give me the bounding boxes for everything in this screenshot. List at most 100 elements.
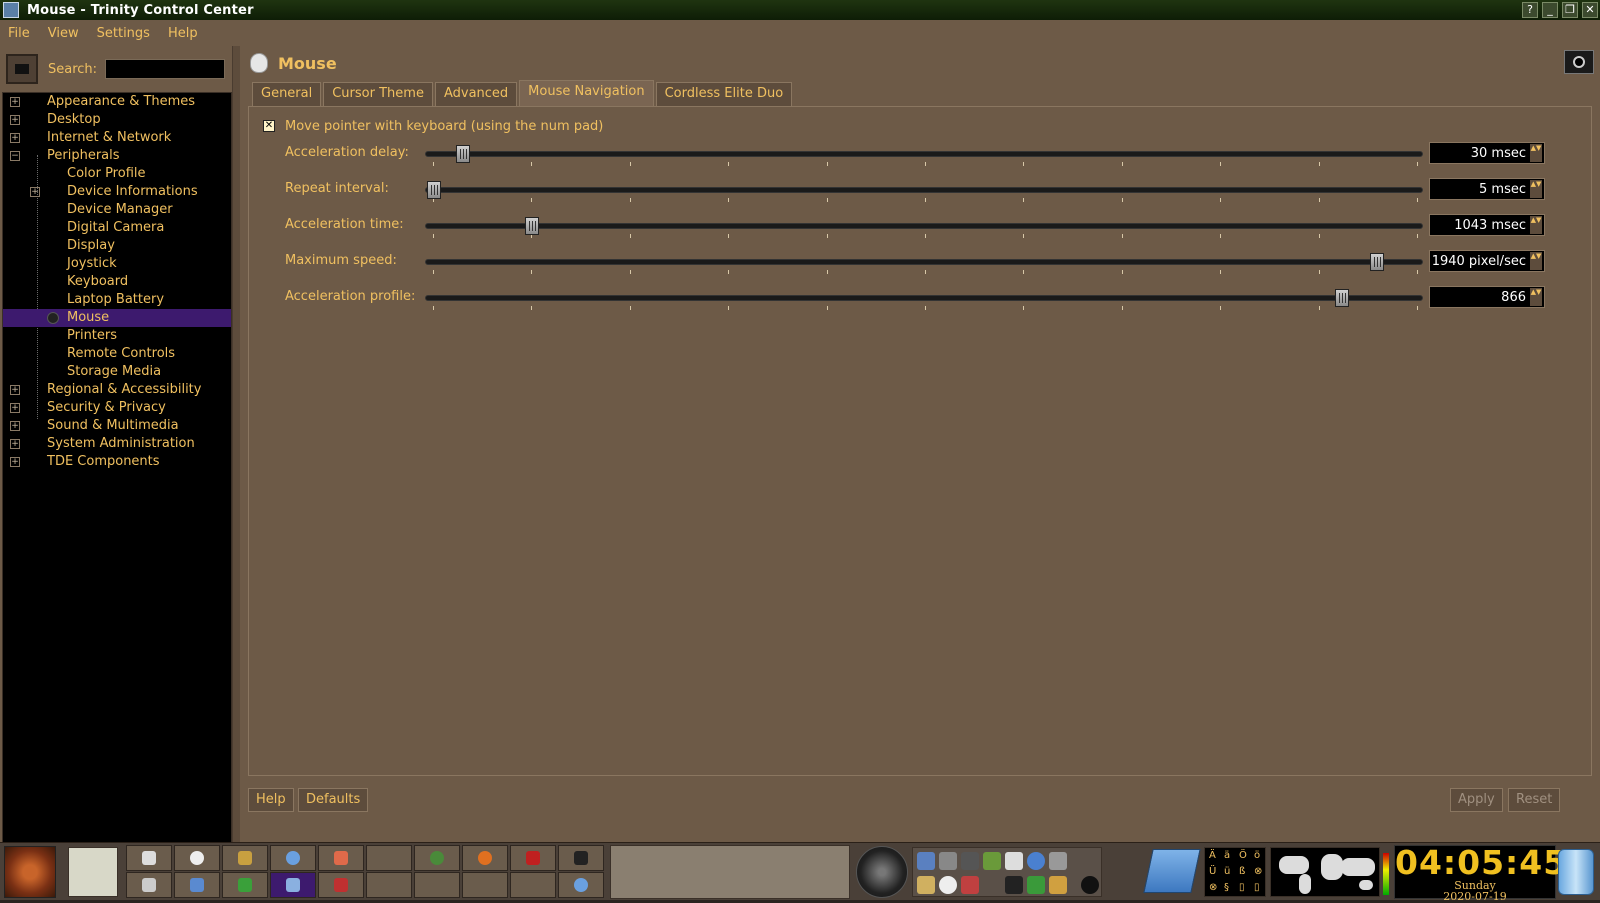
expand-icon[interactable]: + bbox=[10, 115, 20, 125]
help-button[interactable]: Help bbox=[248, 788, 294, 812]
tray-update-icon[interactable] bbox=[939, 876, 957, 894]
quicklaunch-empty-slot[interactable] bbox=[366, 845, 412, 871]
start-menu-button[interactable] bbox=[4, 846, 56, 898]
slider-spinbox[interactable]: 5 msec ▲▼ bbox=[1429, 178, 1545, 200]
text-editor-launcher-icon[interactable] bbox=[68, 847, 118, 897]
minimize-button[interactable]: _ bbox=[1542, 2, 1558, 18]
tray-player-icon[interactable] bbox=[1027, 852, 1045, 870]
slider-track[interactable] bbox=[425, 295, 1423, 301]
expand-icon[interactable]: + bbox=[10, 403, 20, 413]
menu-settings[interactable]: Settings bbox=[97, 26, 150, 41]
tree-item[interactable]: + TDE Components bbox=[3, 453, 231, 471]
special-char-key[interactable]: ▯ bbox=[1254, 882, 1260, 893]
help-window-button[interactable]: ? bbox=[1522, 2, 1538, 18]
tray-keyboard-layout-icon[interactable] bbox=[961, 876, 979, 894]
tree-item[interactable]: Device Manager bbox=[3, 201, 231, 219]
expand-icon[interactable]: + bbox=[10, 97, 20, 107]
tab-general[interactable]: General bbox=[252, 82, 322, 106]
slider-track[interactable] bbox=[425, 151, 1423, 157]
quicklaunch-globe2-icon[interactable] bbox=[558, 872, 604, 898]
tree-item[interactable]: Mouse bbox=[3, 309, 231, 327]
tree-item[interactable]: Laptop Battery bbox=[3, 291, 231, 309]
tab-advanced[interactable]: Advanced bbox=[434, 82, 518, 106]
slider-spinbox[interactable]: 866 ▲▼ bbox=[1429, 286, 1545, 308]
expand-icon[interactable]: + bbox=[30, 187, 40, 197]
tree-item[interactable]: Printers bbox=[3, 327, 231, 345]
world-clock-icon[interactable] bbox=[856, 846, 908, 898]
menu-help[interactable]: Help bbox=[168, 26, 198, 41]
quicklaunch-empty-slot[interactable] bbox=[462, 872, 508, 898]
quicklaunch-puzzle-icon[interactable] bbox=[222, 872, 268, 898]
spin-arrows-icon[interactable]: ▲▼ bbox=[1530, 216, 1542, 234]
tree-item[interactable]: Joystick bbox=[3, 255, 231, 273]
quicklaunch-terminal-icon[interactable] bbox=[558, 845, 604, 871]
tab-cordless-elite-duo[interactable]: Cordless Elite Duo bbox=[655, 82, 793, 106]
spin-arrows-icon[interactable]: ▲▼ bbox=[1530, 252, 1542, 270]
menu-file[interactable]: File bbox=[8, 26, 30, 41]
tree-item[interactable]: + Desktop bbox=[3, 111, 231, 129]
tray-network-icon[interactable] bbox=[961, 852, 979, 870]
slider-handle[interactable] bbox=[427, 181, 441, 199]
slider-track[interactable] bbox=[425, 187, 1423, 193]
tray-mouse-icon[interactable] bbox=[1005, 876, 1023, 894]
quicklaunch-firefox-icon[interactable] bbox=[462, 845, 508, 871]
slider-track[interactable] bbox=[425, 259, 1423, 265]
expand-icon[interactable]: + bbox=[10, 457, 20, 467]
search-input[interactable] bbox=[105, 59, 226, 79]
tray-star-icon[interactable] bbox=[1049, 852, 1067, 870]
tree-item[interactable]: Color Profile bbox=[3, 165, 231, 183]
slider-spinbox[interactable]: 30 msec ▲▼ bbox=[1429, 142, 1545, 164]
special-char-key[interactable]: ß bbox=[1239, 866, 1245, 877]
expand-icon[interactable]: + bbox=[10, 439, 20, 449]
expand-icon[interactable]: + bbox=[10, 133, 20, 143]
num-pad-checkbox[interactable]: ✕ bbox=[263, 120, 275, 132]
tree-item[interactable]: Keyboard bbox=[3, 273, 231, 291]
quicklaunch-chat-icon[interactable] bbox=[174, 845, 220, 871]
quicklaunch-pdf-icon[interactable] bbox=[510, 845, 556, 871]
quicklaunch-presentation-icon[interactable] bbox=[318, 872, 364, 898]
tab-cursor-theme[interactable]: Cursor Theme bbox=[323, 82, 433, 106]
tree-item[interactable]: Storage Media bbox=[3, 363, 231, 381]
world-map-applet[interactable] bbox=[1270, 847, 1380, 897]
tab-mouse-navigation[interactable]: Mouse Navigation bbox=[519, 80, 654, 106]
tree-item[interactable]: + Internet & Network bbox=[3, 129, 231, 147]
splitter-handle[interactable] bbox=[232, 46, 240, 842]
slider-handle[interactable] bbox=[1335, 289, 1350, 307]
quicklaunch-window-icon[interactable] bbox=[174, 872, 220, 898]
slider-handle[interactable] bbox=[525, 217, 540, 235]
defaults-button[interactable]: Defaults bbox=[298, 788, 369, 812]
special-char-key[interactable]: ⊗ bbox=[1209, 882, 1217, 893]
clear-search-button[interactable] bbox=[6, 54, 38, 84]
tree-item[interactable]: Remote Controls bbox=[3, 345, 231, 363]
quicklaunch-network-icon[interactable] bbox=[414, 845, 460, 871]
num-pad-checkbox-row[interactable]: ✕ Move pointer with keyboard (using the … bbox=[263, 117, 603, 135]
tree-item[interactable]: − Peripherals bbox=[3, 147, 231, 165]
tree-item[interactable]: + Regional & Accessibility bbox=[3, 381, 231, 399]
special-char-key[interactable]: Ü bbox=[1209, 866, 1216, 877]
spin-arrows-icon[interactable]: ▲▼ bbox=[1530, 180, 1542, 198]
menu-view[interactable]: View bbox=[48, 26, 79, 41]
spin-arrows-icon[interactable]: ▲▼ bbox=[1530, 288, 1542, 306]
quicklaunch-empty-slot[interactable] bbox=[510, 872, 556, 898]
quick-help-button[interactable] bbox=[1564, 50, 1594, 74]
slider-handle[interactable] bbox=[1369, 253, 1384, 271]
quicklaunch-empty-slot[interactable] bbox=[366, 872, 412, 898]
quicklaunch-globe-icon[interactable] bbox=[270, 845, 316, 871]
quicklaunch-monitor-icon[interactable] bbox=[126, 872, 172, 898]
close-button[interactable]: ✕ bbox=[1582, 2, 1598, 18]
tray-signal-icon[interactable] bbox=[983, 852, 1001, 870]
expand-icon[interactable]: + bbox=[10, 421, 20, 431]
tree-item[interactable]: Digital Camera bbox=[3, 219, 231, 237]
apply-button[interactable]: Apply bbox=[1450, 788, 1503, 812]
slider-track[interactable] bbox=[425, 223, 1423, 229]
quicklaunch-home-icon[interactable] bbox=[126, 845, 172, 871]
tree-item[interactable]: Display bbox=[3, 237, 231, 255]
tray-dot-icon[interactable] bbox=[1081, 876, 1099, 894]
tray-tools-icon[interactable] bbox=[1027, 876, 1045, 894]
taskbar-control-center-task[interactable] bbox=[270, 872, 316, 898]
trash-icon[interactable] bbox=[1558, 849, 1594, 895]
special-char-key[interactable]: § bbox=[1224, 882, 1229, 893]
tray-display-icon[interactable] bbox=[917, 852, 935, 870]
digital-clock[interactable]: 04:05:45 Sunday 2020-07-19 bbox=[1394, 845, 1566, 902]
special-char-key[interactable]: Ä bbox=[1209, 850, 1216, 861]
